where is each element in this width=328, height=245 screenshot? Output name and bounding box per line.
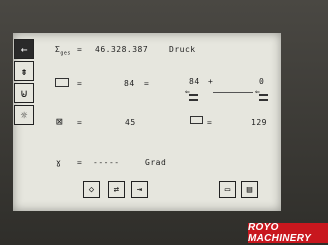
counter-equals: = xyxy=(77,45,83,54)
transfer-icon: ⇄ xyxy=(113,184,120,195)
back-button[interactable]: ← xyxy=(14,39,34,59)
delivery-icon: ⊠ xyxy=(56,115,63,128)
delivery-equals: = xyxy=(77,118,83,127)
counter-unit: Druck xyxy=(169,45,196,54)
settings-button[interactable]: ☼ xyxy=(14,105,34,125)
sheet-equals: = xyxy=(77,79,83,88)
angle-symbol: ɣ xyxy=(56,158,62,167)
stack-icon xyxy=(259,94,268,101)
angle-equals: = xyxy=(77,158,83,167)
counter-icon: ▭ xyxy=(224,184,231,195)
exit-button[interactable]: ⇥ xyxy=(131,181,148,198)
feeder-button[interactable]: ⇟ xyxy=(14,61,34,81)
sheet-equals-2: = xyxy=(144,79,150,88)
sheet-plus: + xyxy=(208,77,214,86)
pile-icon: ▤ xyxy=(246,184,253,195)
counter-label: Σges xyxy=(55,45,71,57)
sigma-subscript: ges xyxy=(60,50,71,57)
stack-icon xyxy=(189,94,198,101)
angle-unit: Grad xyxy=(145,158,167,167)
divider-line xyxy=(213,92,253,93)
transfer-button[interactable]: ⇄ xyxy=(108,181,125,198)
roller-icon: ⊌ xyxy=(19,86,29,100)
delivery-value-2[interactable]: 129 xyxy=(251,118,267,127)
counter-value: 46.328.387 xyxy=(95,45,149,54)
warning-diamond-icon: ◇ xyxy=(88,184,95,195)
counter-reset-button[interactable]: ▭ xyxy=(219,181,236,198)
delivery-value[interactable]: 45 xyxy=(125,118,136,127)
pile-reset-button[interactable]: ▤ xyxy=(241,181,258,198)
exit-door-icon: ⇥ xyxy=(136,184,143,195)
touch-screen: ← ⇟ ⊌ ☼ Σges = 46.328.387 Druck = 84 = 8… xyxy=(13,33,281,211)
roller-button[interactable]: ⊌ xyxy=(14,83,34,103)
gear-icon: ☼ xyxy=(20,108,28,122)
sheet-target-value[interactable]: 84 xyxy=(189,77,200,86)
pile-icon xyxy=(190,116,203,124)
sheet-offset-value[interactable]: 0 xyxy=(259,77,264,86)
sheet-counter-icon xyxy=(55,78,69,87)
warning-button[interactable]: ◇ xyxy=(83,181,100,198)
arrow-left-icon: ← xyxy=(20,42,28,56)
angle-value[interactable]: ----- xyxy=(93,158,120,167)
sheet-value[interactable]: 84 xyxy=(124,79,135,88)
brand-logo: ROYO MACHINERY xyxy=(248,222,328,244)
feeder-icon: ⇟ xyxy=(20,64,28,78)
delivery-equals-2: = xyxy=(207,118,213,127)
